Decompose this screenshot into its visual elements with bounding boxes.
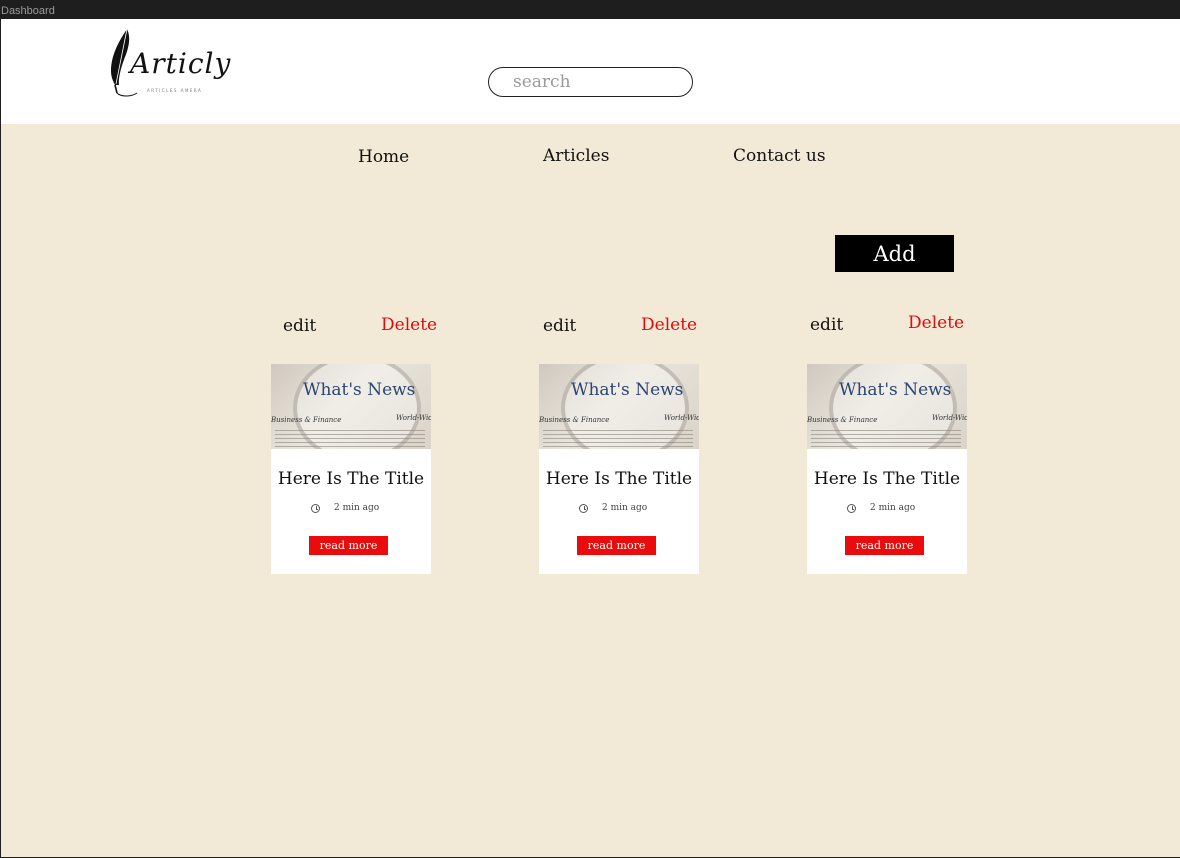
article-card-1: What's News Business & Finance World-Wid… bbox=[271, 364, 431, 574]
thumbnail-section: Business & Finance bbox=[539, 416, 610, 424]
read-more-button[interactable]: read more bbox=[309, 536, 388, 555]
brand-name: Articly bbox=[130, 47, 232, 80]
clock-icon bbox=[311, 504, 320, 513]
article-card-2: What's News Business & Finance World-Wid… bbox=[539, 364, 699, 574]
read-more-button[interactable]: read more bbox=[577, 536, 656, 555]
thumbnail-text-lines bbox=[275, 430, 425, 448]
article-time: 2 min ago bbox=[870, 503, 916, 513]
window-title: Dashboard bbox=[0, 0, 1180, 19]
search-input[interactable] bbox=[488, 67, 693, 97]
app-frame: Articly ARTICLES AMERA Home Articles Con… bbox=[1, 19, 1180, 857]
nav-home[interactable]: Home bbox=[358, 147, 409, 167]
card-3-edit-link[interactable]: edit bbox=[810, 315, 843, 335]
article-thumbnail: What's News Business & Finance World-Wid… bbox=[271, 364, 431, 449]
clock-icon bbox=[847, 504, 856, 513]
site-header: Articly ARTICLES AMERA bbox=[1, 19, 1180, 124]
article-thumbnail: What's News Business & Finance World-Wid… bbox=[539, 364, 699, 449]
article-card-3: What's News Business & Finance World-Wid… bbox=[807, 364, 967, 574]
thumbnail-text-lines bbox=[811, 430, 961, 448]
thumbnail-section: Business & Finance bbox=[807, 416, 878, 424]
card-2-delete-link[interactable]: Delete bbox=[641, 315, 697, 335]
article-title: Here Is The Title bbox=[813, 469, 961, 489]
nav-contact-us[interactable]: Contact us bbox=[733, 146, 826, 166]
thumbnail-text-lines bbox=[543, 430, 693, 448]
article-title: Here Is The Title bbox=[545, 469, 693, 489]
article-time: 2 min ago bbox=[334, 503, 380, 513]
nav-articles[interactable]: Articles bbox=[543, 146, 609, 166]
thumbnail-section: Business & Finance bbox=[271, 416, 342, 424]
article-thumbnail: What's News Business & Finance World-Wid… bbox=[807, 364, 967, 449]
brand-logo[interactable]: Articly ARTICLES AMERA bbox=[105, 27, 230, 99]
thumbnail-edition: World-Wide bbox=[932, 414, 967, 422]
clock-icon bbox=[579, 504, 588, 513]
thumbnail-headline: What's News bbox=[571, 380, 684, 400]
read-more-button[interactable]: read more bbox=[845, 536, 924, 555]
thumbnail-edition: World-Wide bbox=[664, 414, 699, 422]
card-3-delete-link[interactable]: Delete bbox=[908, 313, 964, 333]
card-2-edit-link[interactable]: edit bbox=[543, 316, 576, 336]
thumbnail-headline: What's News bbox=[303, 380, 416, 400]
card-1-delete-link[interactable]: Delete bbox=[381, 315, 437, 335]
brand-tagline: ARTICLES AMERA bbox=[147, 88, 203, 93]
thumbnail-headline: What's News bbox=[839, 380, 952, 400]
article-time: 2 min ago bbox=[602, 503, 648, 513]
article-title: Here Is The Title bbox=[277, 469, 425, 489]
card-1-edit-link[interactable]: edit bbox=[283, 316, 316, 336]
add-article-button[interactable]: Add bbox=[835, 235, 954, 272]
thumbnail-edition: World-Wide bbox=[396, 414, 431, 422]
